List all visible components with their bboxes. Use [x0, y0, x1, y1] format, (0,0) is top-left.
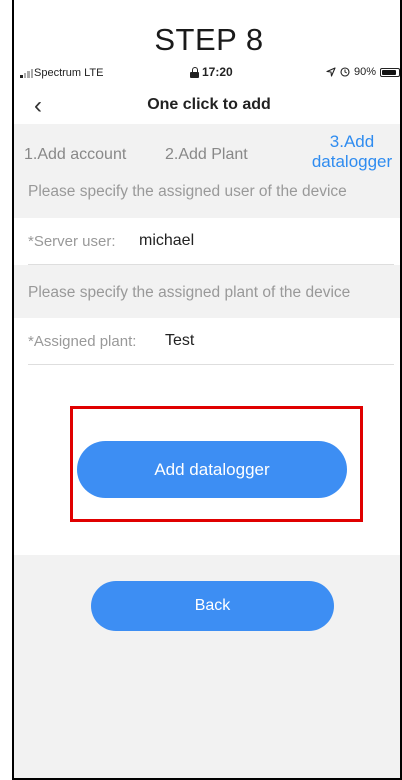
- page-title: One click to add: [147, 96, 271, 113]
- alarm-icon: [340, 67, 350, 77]
- status-time: 17:20: [202, 65, 233, 79]
- add-datalogger-button[interactable]: Add datalogger: [77, 441, 347, 498]
- status-clock: 17:20: [190, 65, 233, 79]
- step-progress: 1.Add account 2.Add Plant 3.Add datalogg…: [14, 128, 400, 174]
- carrier-label: Spectrum LTE: [34, 67, 104, 79]
- location-arrow-icon: [326, 67, 336, 77]
- divider: [28, 264, 394, 265]
- step-add-datalogger: 3.Add datalogger: [302, 132, 400, 172]
- status-right-group: 90%: [326, 66, 400, 78]
- step-caption: STEP 8: [154, 22, 264, 57]
- server-user-field[interactable]: *Server user: michael: [14, 218, 400, 265]
- back-button[interactable]: Back: [91, 581, 334, 631]
- step-add-datalogger-line1: 3.Add: [329, 132, 375, 151]
- plant-hint: Please specify the assigned plant of the…: [28, 284, 351, 301]
- status-bar: Spectrum LTE 17:20 90%: [14, 64, 400, 84]
- step-add-datalogger-line2: datalogger: [311, 152, 393, 171]
- battery-percent: 90%: [353, 66, 376, 78]
- assigned-plant-label: *Assigned plant:: [28, 333, 137, 350]
- lock-icon: [190, 66, 199, 78]
- divider: [28, 364, 394, 365]
- user-hint: Please specify the assigned user of the …: [28, 183, 347, 200]
- step-add-plant: 2.Add Plant: [165, 146, 248, 163]
- phone-screenshot-frame: STEP 8 Spectrum LTE 17:20 90% ‹ One clic…: [12, 0, 402, 780]
- assigned-plant-value[interactable]: Test: [165, 332, 194, 350]
- battery-icon: [380, 67, 400, 77]
- server-user-value[interactable]: michael: [139, 232, 194, 250]
- nav-bar: ‹ One click to add: [14, 88, 400, 124]
- assigned-plant-field[interactable]: *Assigned plant: Test: [14, 318, 400, 365]
- server-user-label: *Server user:: [28, 233, 116, 250]
- step-add-account: 1.Add account: [24, 146, 127, 163]
- signal-strength-icon: [20, 69, 33, 78]
- battery-fill: [382, 69, 397, 75]
